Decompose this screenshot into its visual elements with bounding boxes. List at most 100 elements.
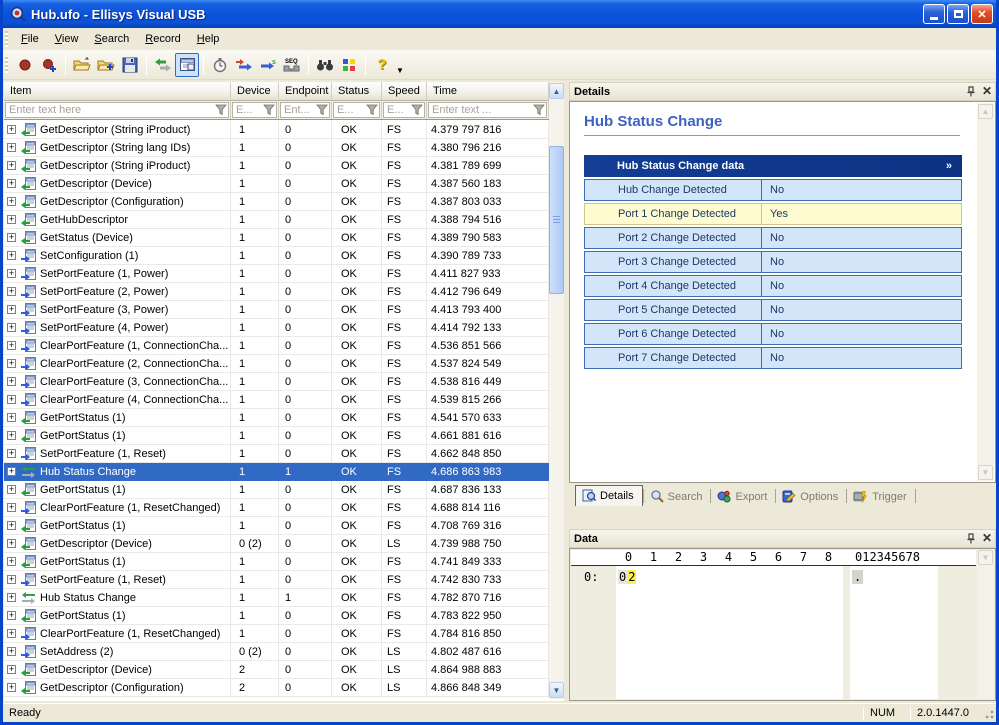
menu-view[interactable]: View — [47, 30, 87, 48]
instant-view-button[interactable] — [175, 53, 199, 77]
hex-nibble-high[interactable]: 0 — [618, 570, 627, 584]
table-row[interactable]: +GetDescriptor (String iProduct)10OKFS4.… — [4, 121, 549, 139]
expand-plus-box[interactable]: + — [7, 629, 16, 638]
menu-drag-handle[interactable] — [5, 31, 8, 47]
expand-plus-box[interactable]: + — [7, 575, 16, 584]
expand-plus-box[interactable]: + — [7, 413, 16, 422]
expand-plus-box[interactable]: + — [7, 503, 16, 512]
table-row[interactable]: +ClearPortFeature (4, ConnectionCha...10… — [4, 391, 549, 409]
expand-plus-box[interactable]: + — [7, 323, 16, 332]
table-row[interactable]: +ClearPortFeature (1, ResetChanged)10OKF… — [4, 625, 549, 643]
next-transaction-button[interactable] — [232, 53, 256, 77]
expand-plus-box[interactable]: + — [7, 233, 16, 242]
expand-plus-box[interactable]: + — [7, 269, 16, 278]
data-scrollbar[interactable]: ▲ ▼ — [977, 550, 994, 699]
details-close-icon[interactable]: ✕ — [982, 85, 992, 97]
filter-funnel-icon[interactable] — [316, 104, 328, 116]
timing-button[interactable] — [208, 53, 232, 77]
filter-input-item[interactable] — [5, 102, 229, 118]
record-button[interactable] — [13, 53, 37, 77]
filter-funnel-icon[interactable] — [263, 104, 275, 116]
filter-funnel-icon[interactable] — [533, 104, 545, 116]
tab-trigger[interactable]: Trigger — [847, 488, 914, 506]
table-row[interactable]: +SetPortFeature (3, Power)10OKFS4.413 79… — [4, 301, 549, 319]
table-row[interactable]: +GetDescriptor (String lang IDs)10OKFS4.… — [4, 139, 549, 157]
table-row[interactable]: +GetDescriptor (Device)0 (2)0OKLS4.739 9… — [4, 535, 549, 553]
column-header-item[interactable]: Item — [4, 82, 231, 101]
expand-plus-box[interactable]: + — [7, 377, 16, 386]
expand-plus-box[interactable]: + — [7, 611, 16, 620]
expand-plus-box[interactable]: + — [7, 467, 16, 476]
table-row[interactable]: +GetPortStatus (1)10OKFS4.687 836 133 — [4, 481, 549, 499]
expand-plus-box[interactable]: + — [7, 251, 16, 260]
expand-plus-box[interactable]: + — [7, 539, 16, 548]
hex-nibble-low[interactable]: 2 — [627, 570, 636, 584]
scroll-up-button[interactable]: ▲ — [549, 83, 564, 99]
resize-grip[interactable] — [981, 706, 995, 720]
expand-plus-box[interactable]: + — [7, 683, 16, 692]
menu-help[interactable]: Help — [189, 30, 228, 48]
open-button[interactable] — [70, 53, 94, 77]
filter-funnel-icon[interactable] — [411, 104, 423, 116]
record-new-button[interactable] — [37, 53, 61, 77]
column-header-status[interactable]: Status — [332, 82, 382, 101]
table-row[interactable]: +GetPortStatus (1)10OKFS4.708 769 316 — [4, 517, 549, 535]
minimize-button[interactable] — [923, 4, 945, 24]
expand-plus-box[interactable]: + — [7, 485, 16, 494]
filter-funnel-icon[interactable] — [215, 104, 227, 116]
table-row[interactable]: +SetConfiguration (1)10OKFS4.390 789 733 — [4, 247, 549, 265]
table-row[interactable]: +GetDescriptor (Device)10OKFS4.387 560 1… — [4, 175, 549, 193]
details-scrollbar[interactable]: ▲ ▼ — [977, 103, 994, 481]
tab-details[interactable]: Details — [575, 485, 643, 506]
table-row[interactable]: +Hub Status Change11OKFS4.686 863 983 — [4, 463, 549, 481]
pin-icon[interactable] — [966, 86, 976, 97]
expand-plus-box[interactable]: + — [7, 395, 16, 404]
table-row[interactable]: +SetPortFeature (1, Reset)10OKFS4.742 83… — [4, 571, 549, 589]
save-button[interactable] — [118, 53, 142, 77]
menu-record[interactable]: Record — [137, 30, 188, 48]
open-new-button[interactable] — [94, 53, 118, 77]
column-header-device[interactable]: Device — [231, 82, 279, 101]
expand-plus-box[interactable]: + — [7, 161, 16, 170]
table-row[interactable]: +ClearPortFeature (2, ConnectionCha...10… — [4, 355, 549, 373]
sequencer-button[interactable]: SEQ — [280, 53, 304, 77]
ascii-area[interactable]: . — [850, 566, 938, 699]
expand-plus-box[interactable]: + — [7, 647, 16, 656]
table-row[interactable]: +GetPortStatus (1)10OKFS4.661 881 616 — [4, 427, 549, 445]
menu-file[interactable]: File — [13, 30, 47, 48]
toolbar-overflow-caret[interactable]: ▼ — [396, 66, 404, 79]
details-scroll-up-button[interactable]: ▲ — [978, 104, 993, 119]
data-scroll-down-button[interactable]: ▼ — [978, 550, 993, 565]
close-button[interactable]: ✕ — [971, 4, 993, 24]
table-row[interactable]: +GetStatus (Device)10OKFS4.389 790 583 — [4, 229, 549, 247]
table-row[interactable]: +ClearPortFeature (1, ResetChanged)10OKF… — [4, 499, 549, 517]
scroll-down-button[interactable]: ▼ — [549, 682, 564, 698]
scroll-thumb[interactable] — [549, 146, 564, 294]
expand-plus-box[interactable]: + — [7, 305, 16, 314]
toolbar-drag-handle[interactable] — [5, 57, 8, 73]
details-scroll-down-button[interactable]: ▼ — [978, 465, 993, 480]
table-row[interactable]: +SetAddress (2)0 (2)0OKLS4.802 487 616 — [4, 643, 549, 661]
tab-search[interactable]: Search — [644, 488, 711, 506]
pin-icon[interactable] — [966, 533, 976, 544]
table-row[interactable]: +GetHubDescriptor10OKFS4.388 794 516 — [4, 211, 549, 229]
grid-vertical-scrollbar[interactable]: ▲ ▼ — [549, 82, 564, 699]
find-button[interactable] — [313, 53, 337, 77]
table-row[interactable]: +GetDescriptor (Configuration)10OKFS4.38… — [4, 193, 549, 211]
expand-plus-box[interactable]: + — [7, 593, 16, 602]
table-row[interactable]: +ClearPortFeature (3, ConnectionCha...10… — [4, 373, 549, 391]
table-row[interactable]: +GetDescriptor (Device)20OKLS4.864 988 8… — [4, 661, 549, 679]
details-table-header[interactable]: Hub Status Change data » — [584, 155, 962, 177]
goto-sequence-button[interactable]: s — [256, 53, 280, 77]
maximize-button[interactable] — [947, 4, 969, 24]
help-button[interactable]: ? — [370, 53, 394, 77]
expand-plus-box[interactable]: + — [7, 665, 16, 674]
expand-plus-box[interactable]: + — [7, 179, 16, 188]
table-row[interactable]: +SetPortFeature (1, Power)10OKFS4.411 82… — [4, 265, 549, 283]
filter-funnel-icon[interactable] — [366, 104, 378, 116]
expand-plus-box[interactable]: + — [7, 521, 16, 530]
table-row[interactable]: +Hub Status Change11OKFS4.782 870 716 — [4, 589, 549, 607]
column-header-endpoint[interactable]: Endpoint — [279, 82, 332, 101]
expand-plus-box[interactable]: + — [7, 431, 16, 440]
expand-plus-box[interactable]: + — [7, 359, 16, 368]
